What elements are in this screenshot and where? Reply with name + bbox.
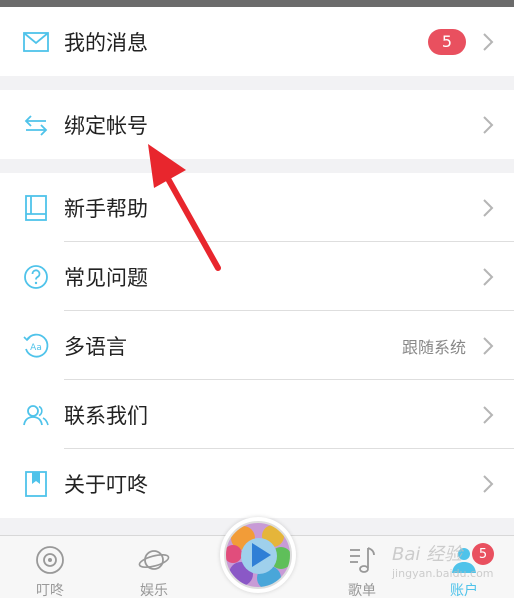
book-icon <box>22 194 50 222</box>
chevron-right-icon <box>483 115 494 134</box>
menu-item-label: 联系我们 <box>64 403 148 428</box>
menu-item-help[interactable]: 新手帮助 <box>0 173 514 242</box>
tab-dingdong[interactable]: 叮咚 <box>10 536 90 598</box>
menu-item-label: 绑定帐号 <box>64 113 148 138</box>
swap-arrows-icon <box>22 111 50 139</box>
chevron-right-icon <box>483 32 494 51</box>
watermark-url: jingyan.baidu.com <box>392 567 494 580</box>
target-icon <box>36 546 64 574</box>
language-current-value: 跟随系统 <box>401 337 466 357</box>
menu-item-label: 关于叮咚 <box>64 472 148 497</box>
chevron-right-icon <box>483 474 494 493</box>
menu-item-messages[interactable]: 我的消息 5 <box>0 7 514 76</box>
tab-entertainment[interactable]: 娱乐 <box>114 536 194 598</box>
planet-icon <box>138 550 170 570</box>
tab-label: 账户 <box>450 583 478 598</box>
question-icon <box>22 263 50 291</box>
bookmark-icon <box>22 470 50 498</box>
tab-label: 叮咚 <box>36 583 64 598</box>
menu-group-account: 绑定帐号 <box>0 90 514 159</box>
menu-item-language[interactable]: Aa 多语言 跟随系统 <box>0 311 514 380</box>
menu-item-bind-account[interactable]: 绑定帐号 <box>0 90 514 159</box>
menu-item-faq[interactable]: 常见问题 <box>0 242 514 311</box>
svg-text:Aa: Aa <box>30 343 42 353</box>
menu-group-messages: 我的消息 5 <box>0 7 514 76</box>
message-count-badge: 5 <box>428 28 466 55</box>
tab-label: 娱乐 <box>140 583 168 598</box>
annotation-arrow <box>148 144 221 271</box>
menu-group-support: 新手帮助 常见问题 Aa 多语言 跟随系统 联系我们 关于叮咚 <box>0 173 514 518</box>
menu-item-contact[interactable]: 联系我们 <box>0 380 514 449</box>
menu-item-label: 多语言 <box>64 334 127 359</box>
menu-item-label: 新手帮助 <box>64 196 148 221</box>
contacts-icon <box>22 401 50 429</box>
menu-item-label: 常见问题 <box>64 265 148 290</box>
chevron-right-icon <box>483 267 494 286</box>
mail-icon <box>22 28 50 56</box>
watermark: Bai 经验 <box>392 544 463 565</box>
center-play-button[interactable] <box>220 517 296 593</box>
language-icon: Aa <box>22 332 50 360</box>
music-note-icon <box>350 547 375 573</box>
menu-item-label: 我的消息 <box>64 30 148 55</box>
menu-item-about[interactable]: 关于叮咚 <box>0 449 514 518</box>
chevron-right-icon <box>483 405 494 424</box>
tab-label: 歌单 <box>348 583 376 598</box>
tab-playlist[interactable]: 歌单 <box>322 536 402 598</box>
play-icon <box>224 521 292 589</box>
top-status-strip <box>0 0 514 7</box>
chevron-right-icon <box>483 336 494 355</box>
chevron-right-icon <box>483 198 494 217</box>
account-badge: 5 <box>472 543 494 565</box>
